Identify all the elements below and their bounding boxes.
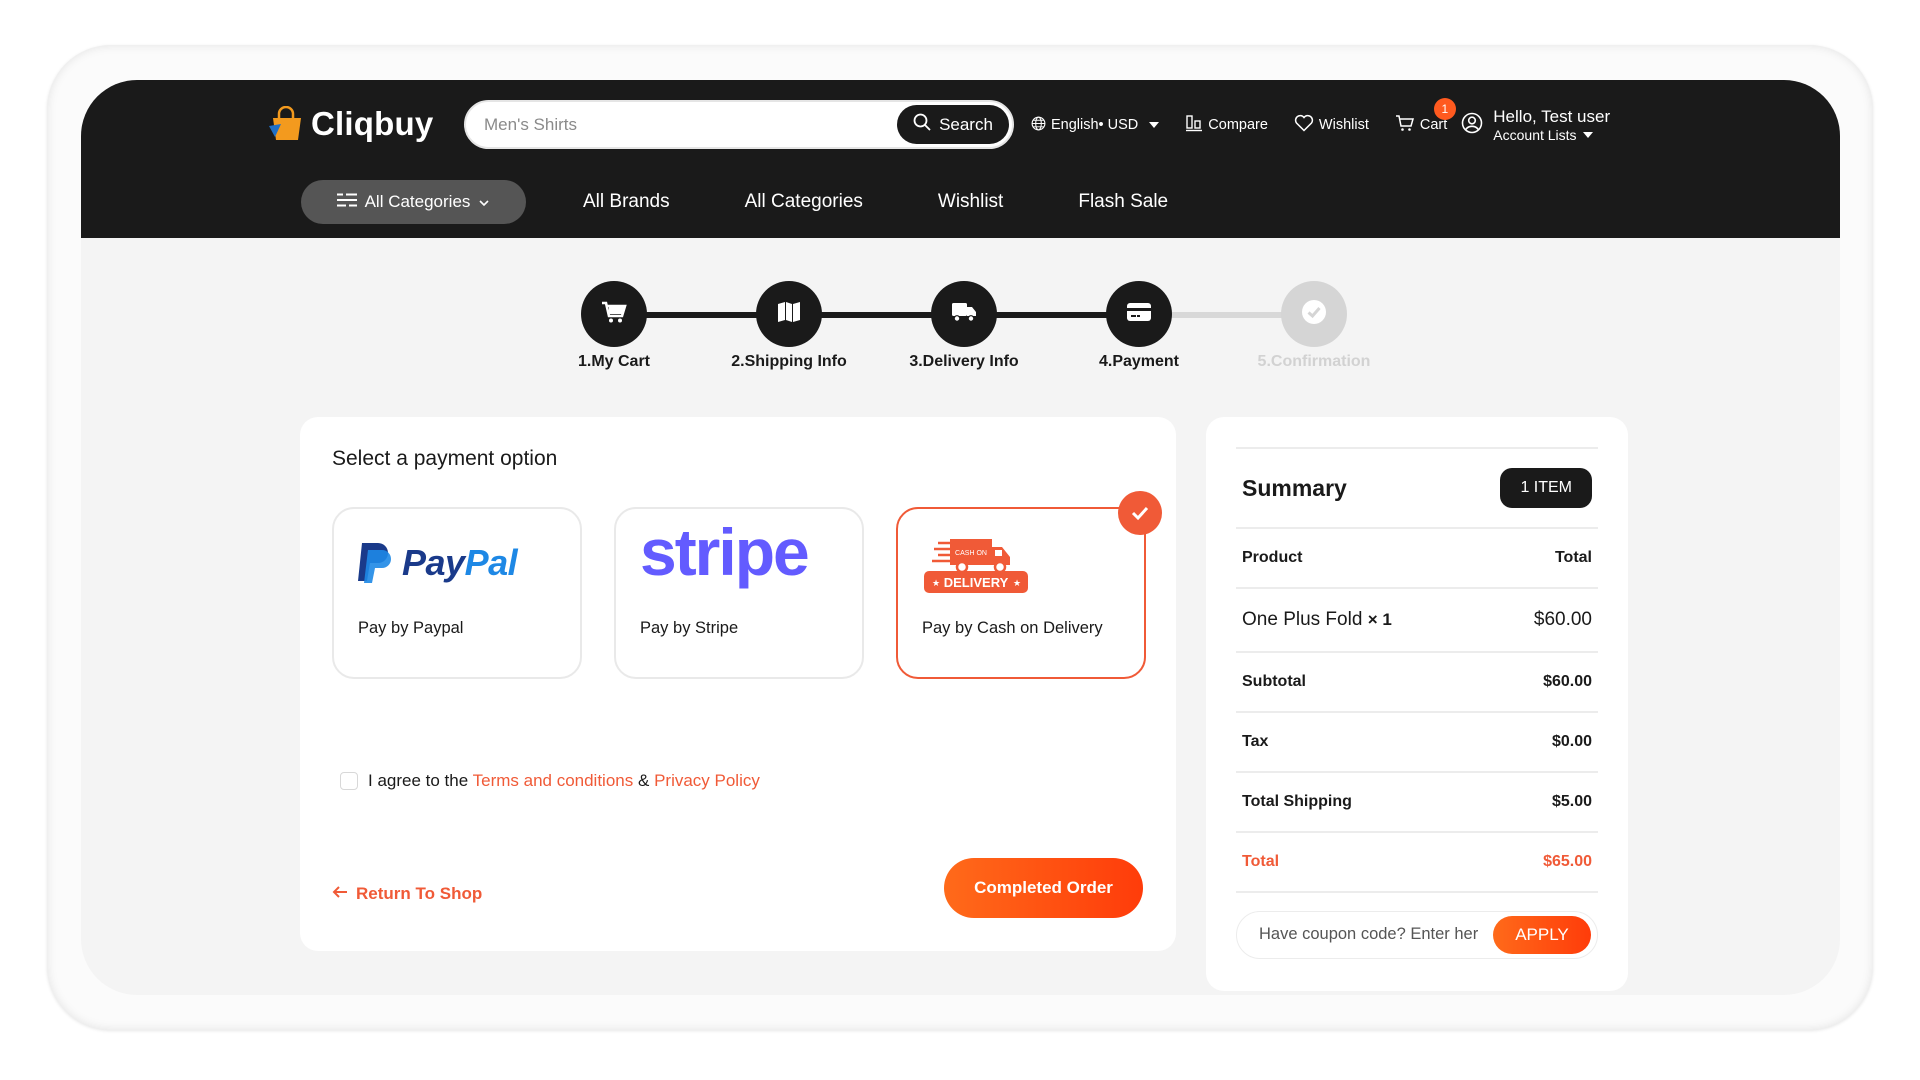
terms-link[interactable]: Terms and conditions xyxy=(473,771,634,790)
terms-checkbox[interactable] xyxy=(340,772,358,790)
step-confirmation xyxy=(1281,281,1347,347)
credit-card-icon xyxy=(1126,302,1152,327)
checkout-stepper: 1.My Cart 2.Shipping Info 3.Delivery Inf… xyxy=(81,80,1840,400)
product-name: One Plus Fold × 1 xyxy=(1242,609,1392,630)
stripe-logo: stripe xyxy=(640,515,810,589)
step-my-cart[interactable] xyxy=(581,281,647,347)
payment-option-cash-on-delivery[interactable]: CASH ON DELIVERY ★ ★ Pay by Cash on Deli… xyxy=(896,491,1162,679)
agree-text: I agree to the Terms and conditions & Pr… xyxy=(368,771,760,790)
order-summary: Summary 1 ITEM Product Total One Plus Fo… xyxy=(1236,447,1598,959)
item-count-badge: 1 ITEM xyxy=(1500,468,1592,508)
svg-text:DELIVERY: DELIVERY xyxy=(944,575,1009,590)
shipping-value: $5.00 xyxy=(1551,793,1592,810)
stepper-progress-line xyxy=(614,312,1139,318)
step-label-payment: 4.Payment xyxy=(1098,353,1180,370)
product-qty: × 1 xyxy=(1367,610,1392,629)
step-label-my-cart: 1.My Cart xyxy=(577,353,651,370)
privacy-policy-link[interactable]: Privacy Policy xyxy=(654,771,760,790)
cash-on-delivery-logo: CASH ON DELIVERY ★ ★ xyxy=(924,537,1028,600)
complete-order-button[interactable]: Completed Order xyxy=(944,858,1143,918)
product-price: $60.00 xyxy=(1533,609,1592,630)
payment-option-paypal[interactable]: PayPal Pay by Paypal xyxy=(332,507,582,679)
shipping-label: Total Shipping xyxy=(1242,793,1352,810)
delivery-truck-icon: CASH ON DELIVERY ★ ★ xyxy=(924,539,1028,593)
subtotal-label: Subtotal xyxy=(1242,673,1306,690)
payment-option-stripe[interactable]: stripe Pay by Stripe xyxy=(614,507,864,679)
truck-icon xyxy=(951,301,977,328)
tax-row: Tax $0.00 xyxy=(1236,713,1598,771)
return-to-shop-label: Return To Shop xyxy=(356,884,483,903)
summary-title: Summary xyxy=(1242,474,1347,501)
step-label-delivery-info: 3.Delivery Info xyxy=(909,353,1019,370)
return-to-shop-link[interactable]: Return To Shop xyxy=(332,884,482,904)
coupon-field: APPLY xyxy=(1236,911,1598,959)
tax-value: $0.00 xyxy=(1551,733,1592,750)
svg-text:CASH ON: CASH ON xyxy=(955,550,987,557)
paypal-logo: PayPal xyxy=(356,541,518,585)
apply-coupon-button[interactable]: APPLY xyxy=(1493,916,1591,954)
paypal-wordmark: PayPal xyxy=(402,542,518,583)
summary-column-headers: Product Total xyxy=(1236,529,1598,587)
total-label: Total xyxy=(1242,853,1280,870)
step-delivery-info[interactable] xyxy=(931,281,997,347)
order-summary-panel: Summary 1 ITEM Product Total One Plus Fo… xyxy=(1206,417,1628,991)
coupon-input[interactable] xyxy=(1259,912,1479,957)
map-icon xyxy=(777,301,801,328)
step-label-shipping-info: 2.Shipping Info xyxy=(731,353,847,370)
payment-options-panel: Select a payment option PayPal Pay by Pa… xyxy=(300,417,1176,951)
step-shipping-info[interactable] xyxy=(756,281,822,347)
selected-check-icon xyxy=(1118,491,1162,535)
payment-option-label: Pay by Stripe xyxy=(640,619,739,637)
terms-agreement: I agree to the Terms and conditions & Pr… xyxy=(340,771,760,791)
subtotal-value: $60.00 xyxy=(1543,673,1592,690)
cart-icon xyxy=(601,300,627,329)
total-row: Total $65.00 xyxy=(1236,833,1598,891)
payment-option-label: Pay by Cash on Delivery xyxy=(922,619,1103,637)
browser-viewport: Cliqbuy Search English• USD xyxy=(81,80,1840,995)
paypal-p-icon xyxy=(358,543,391,583)
payment-option-label: Pay by Paypal xyxy=(358,619,464,637)
shipping-row: Total Shipping $5.00 xyxy=(1236,773,1598,831)
summary-header: Summary 1 ITEM xyxy=(1236,449,1598,527)
summary-line-item: One Plus Fold × 1 $60.00 xyxy=(1236,589,1598,651)
column-header-total: Total xyxy=(1554,549,1592,566)
divider xyxy=(1236,891,1598,893)
arrow-left-icon xyxy=(332,884,348,904)
column-header-product: Product xyxy=(1242,549,1303,566)
tax-label: Tax xyxy=(1242,733,1269,750)
step-label-confirmation: 5.Confirmation xyxy=(1257,353,1371,370)
step-payment[interactable] xyxy=(1106,281,1172,347)
subtotal-row: Subtotal $60.00 xyxy=(1236,653,1598,711)
svg-text:★: ★ xyxy=(932,578,940,588)
svg-text:★: ★ xyxy=(1013,578,1021,588)
check-circle-icon xyxy=(1301,299,1327,330)
total-value: $65.00 xyxy=(1543,853,1592,870)
payment-section-title: Select a payment option xyxy=(332,447,558,470)
